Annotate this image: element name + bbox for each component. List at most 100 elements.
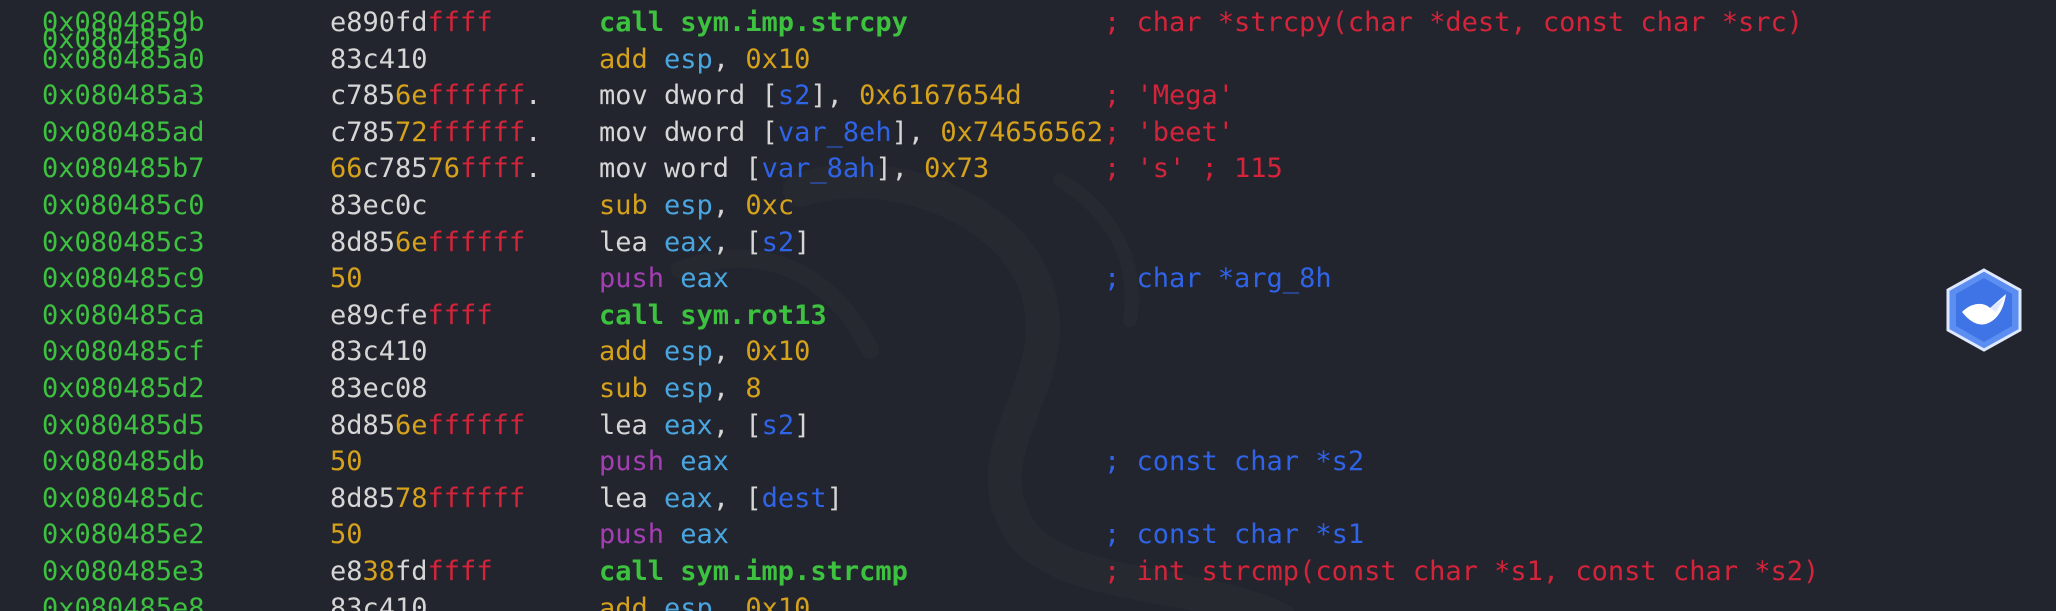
instr-segment: dest	[761, 482, 827, 514]
segs-segment: 0x080485ca	[42, 299, 205, 331]
bytes-segment: 83c410	[330, 592, 428, 611]
bytes-segment: ffff	[427, 299, 493, 331]
instr-segment: esp	[664, 190, 713, 221]
instr-segment: eax	[680, 263, 730, 295]
segs-segment: 0x080485e8	[42, 592, 205, 611]
disassembly-line[interactable]: 0x080485c0 83ec0c sub esp, 0xc	[0, 188, 2056, 224]
instr-segment: sub	[599, 190, 648, 221]
opcode-bytes: c7856effffff.	[330, 78, 541, 114]
instr-segment: s2	[777, 80, 811, 112]
instr-segment: ]	[826, 482, 843, 514]
bytes-segment: 8d85	[330, 482, 396, 514]
bytes-segment: ffffff	[427, 116, 526, 148]
instruction: add esp, 0x10	[599, 591, 810, 611]
instr-segment: esp	[664, 43, 713, 75]
instr-segment	[648, 44, 664, 75]
disassembly-line[interactable]: 0x080485cf 83c410 add esp, 0x10	[0, 334, 2056, 370]
segs-segment: 0x080485c3	[42, 226, 205, 258]
bytes-segment: ffffff	[427, 409, 526, 441]
opcode-bytes: 83c410	[330, 334, 428, 370]
instruction: push eax	[599, 261, 729, 297]
segs-segment: 0x080485d2	[42, 373, 205, 404]
instr-segment: eax	[664, 409, 713, 441]
disassembly-line[interactable]: 0x080485e3 e838fdffff call sym.imp.strcmp;…	[0, 554, 2056, 590]
instr-segment: ],	[891, 116, 941, 148]
opcode-bytes: 50	[330, 444, 363, 480]
disassembly-line[interactable]: 0x080485d2 83ec08 sub esp, 8	[0, 371, 2056, 407]
instruction: call sym.imp.strcmp	[599, 554, 908, 590]
instr-segment: var_8eh	[777, 116, 892, 148]
opcode-bytes: 8d856effffff	[330, 408, 525, 444]
instr-segment: ,	[712, 43, 746, 75]
opcode-bytes: 50	[330, 261, 363, 297]
bytes-segment: 6e	[395, 409, 428, 441]
address: 0x080485c9	[42, 261, 205, 297]
bird-app-icon[interactable]	[1944, 268, 2024, 352]
instr-segment: eax	[680, 519, 730, 551]
bytes-segment: c785	[330, 80, 396, 112]
bytes-segment: 83c410	[330, 336, 428, 368]
disassembly-line[interactable]: 0x080485ad c78572ffffff. mov dword [var_8e…	[0, 115, 2056, 151]
bytes-segment: 78	[395, 482, 428, 514]
segs-segment: 0x080485e2	[42, 519, 205, 551]
address: 0x080485c0	[42, 188, 205, 224]
address: 0x080485d5	[42, 408, 205, 444]
disassembly-terminal[interactable]: 0x0804859 0x0804859b e890fdffff call sym.i…	[0, 0, 2056, 611]
bytes-segment: 66	[330, 153, 363, 185]
segs-segment: 0x0804859b	[42, 7, 205, 38]
instr-segment	[648, 336, 664, 367]
bytes-segment: .	[525, 80, 542, 112]
instr-segment: push	[599, 263, 665, 295]
disassembly-line[interactable]: 0x080485e2 50 push eax ; const char *s1	[0, 517, 2056, 553]
bytes-segment: ffffff	[427, 226, 526, 258]
instr-segment	[648, 593, 664, 611]
opcode-bytes: 83c410	[330, 591, 428, 611]
bytes-segment: 83c410	[330, 43, 428, 75]
cmt-segment: ; int strcmp(const char *s1, const char …	[1104, 556, 1820, 587]
instr-segment: s2	[761, 226, 795, 258]
opcode-bytes: 83c410	[330, 42, 428, 78]
disassembly-line[interactable]: 0x080485c9 50 push eax ; char *arg_8h	[0, 261, 2056, 297]
bytes-segment: c785	[362, 153, 428, 185]
disassembly-line[interactable]: 0x0804859b e890fdffff call sym.imp.strcpy;…	[0, 5, 2056, 41]
disassembly-line[interactable]: 0x080485db 50 push eax ; const char *s2	[0, 444, 2056, 480]
instr-segment: 0x73	[924, 153, 990, 185]
comment: ; char *arg_8h	[1104, 261, 1332, 297]
segs-segment: 0x080485b7	[42, 153, 205, 185]
instr-segment: ],	[875, 153, 925, 185]
instr-segment	[664, 519, 680, 550]
disassembly-line[interactable]: 0x080485c3 8d856effffff lea eax, [s2]	[0, 225, 2056, 261]
instruction: call sym.imp.strcpy	[599, 5, 908, 41]
instr-segment	[648, 190, 664, 221]
instruction: lea eax, [dest]	[599, 481, 843, 517]
disassembly-line[interactable]: 0x080485e8 83c410 add esp, 0x10	[0, 591, 2056, 611]
address: 0x080485e8	[42, 591, 205, 611]
disassembly-line[interactable]: 0x080485a3 c7856effffff. mov dword [s2], 0…	[0, 78, 2056, 114]
instr-segment: 0x74656562	[940, 116, 1103, 148]
segs-segment: 0x080485c0	[42, 190, 205, 221]
cmt-segment: ; char *arg_8h	[1104, 263, 1332, 295]
bytes-segment: 83ec08	[330, 373, 428, 404]
bytes-segment: ffff	[427, 7, 493, 38]
opcode-bytes: e890fdffff	[330, 5, 493, 41]
address: 0x080485ad	[42, 115, 205, 151]
disassembly-line[interactable]: 0x080485a0 83c410 add esp, 0x10	[0, 42, 2056, 78]
instr-segment: eax	[664, 482, 713, 514]
instr-segment: ,	[712, 592, 746, 611]
disassembly-line[interactable]: 0x080485ca e89cfeffff call sym.rot13	[0, 298, 2056, 334]
instr-segment: call sym.rot13	[599, 299, 827, 331]
cmt-segment: ; const char *s1	[1104, 519, 1365, 551]
address: 0x080485c3	[42, 225, 205, 261]
disassembly-line[interactable]: 0x080485b7 66c78576ffff. mov word [var_8ah…	[0, 151, 2056, 187]
cmt-segment: ; char *strcpy(char *dest, const char *s…	[1104, 7, 1803, 38]
bytes-segment: .	[525, 153, 542, 185]
disassembly-line[interactable]: 0x080485d5 8d856effffff lea eax, [s2]	[0, 408, 2056, 444]
instr-segment: 0x10	[745, 592, 811, 611]
disassembly-line[interactable]: 0x080485dc 8d8578ffffff lea eax, [dest]	[0, 481, 2056, 517]
comment: ; 'Mega'	[1104, 78, 1234, 114]
cmt-segment: ; const char *s2	[1104, 446, 1365, 478]
instr-segment: lea	[599, 226, 665, 258]
bytes-segment: 76	[427, 153, 461, 185]
instruction: push eax	[599, 444, 729, 480]
cmt-segment: ; 's' ; 115	[1104, 153, 1283, 185]
